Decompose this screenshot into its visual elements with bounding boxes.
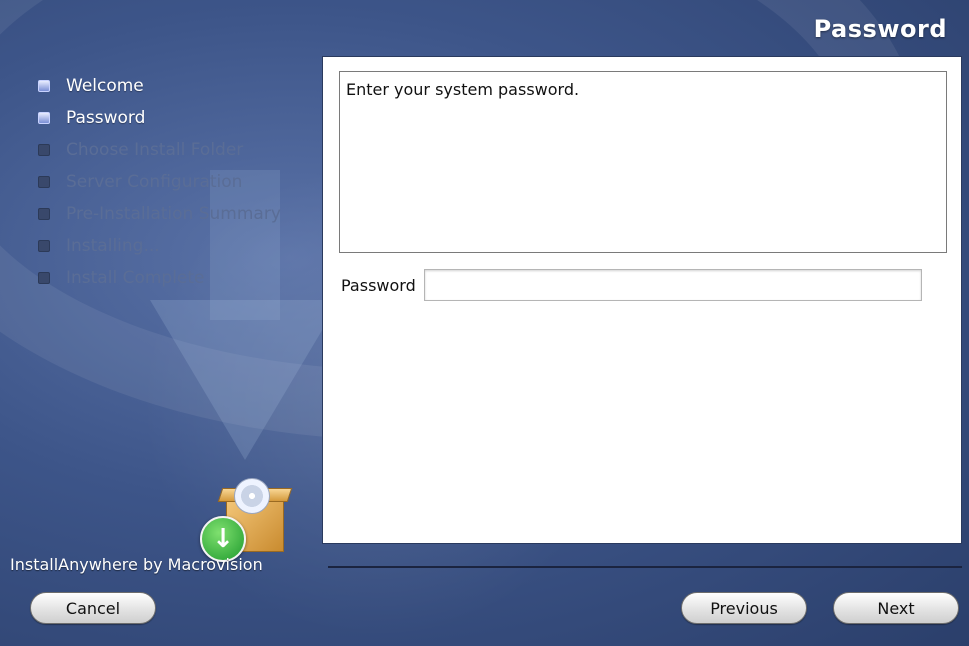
step-item-choose-install-folder: Choose Install Folder xyxy=(38,134,281,166)
step-label: Install Complete xyxy=(66,268,205,288)
installer-window: Password Welcome Password Choose Install… xyxy=(0,0,969,646)
page-title: Password xyxy=(813,15,947,43)
step-label: Welcome xyxy=(66,76,144,96)
step-item-password: Password xyxy=(38,102,281,134)
step-item-installing: Installing... xyxy=(38,230,281,262)
steps-list: Welcome Password Choose Install Folder S… xyxy=(38,70,281,294)
password-input[interactable] xyxy=(423,269,922,301)
background-arrow-icon xyxy=(150,300,340,460)
step-bullet-icon xyxy=(38,144,50,156)
step-bullet-icon xyxy=(38,208,50,220)
next-button[interactable]: Next xyxy=(833,592,959,624)
step-item-install-complete: Install Complete xyxy=(38,262,281,294)
instruction-text: Enter your system password. xyxy=(346,80,580,99)
step-label: Choose Install Folder xyxy=(66,140,244,160)
step-label: Password xyxy=(66,108,146,128)
step-label: Pre-Installation Summary xyxy=(66,204,281,224)
step-label: Server Configuration xyxy=(66,172,243,192)
divider xyxy=(328,566,962,568)
instruction-box: Enter your system password. xyxy=(339,71,947,253)
step-bullet-icon xyxy=(38,272,50,284)
step-bullet-icon xyxy=(38,176,50,188)
step-bullet-icon xyxy=(38,240,50,252)
brand-text: InstallAnywhere by Macrovision xyxy=(10,555,263,574)
previous-button[interactable]: Previous xyxy=(681,592,807,624)
step-bullet-icon xyxy=(38,80,50,92)
step-item-pre-installation-summary: Pre-Installation Summary xyxy=(38,198,281,230)
step-label: Installing... xyxy=(66,236,160,256)
step-item-welcome: Welcome xyxy=(38,70,281,102)
step-item-server-configuration: Server Configuration xyxy=(38,166,281,198)
content-panel: Enter your system password. Password xyxy=(322,56,962,544)
step-bullet-icon xyxy=(38,112,50,124)
cd-icon xyxy=(234,478,270,514)
cancel-button[interactable]: Cancel xyxy=(30,592,156,624)
password-row: Password xyxy=(341,269,922,301)
installanywhere-box-icon: ↓ xyxy=(200,478,293,562)
password-label: Password xyxy=(341,275,416,295)
